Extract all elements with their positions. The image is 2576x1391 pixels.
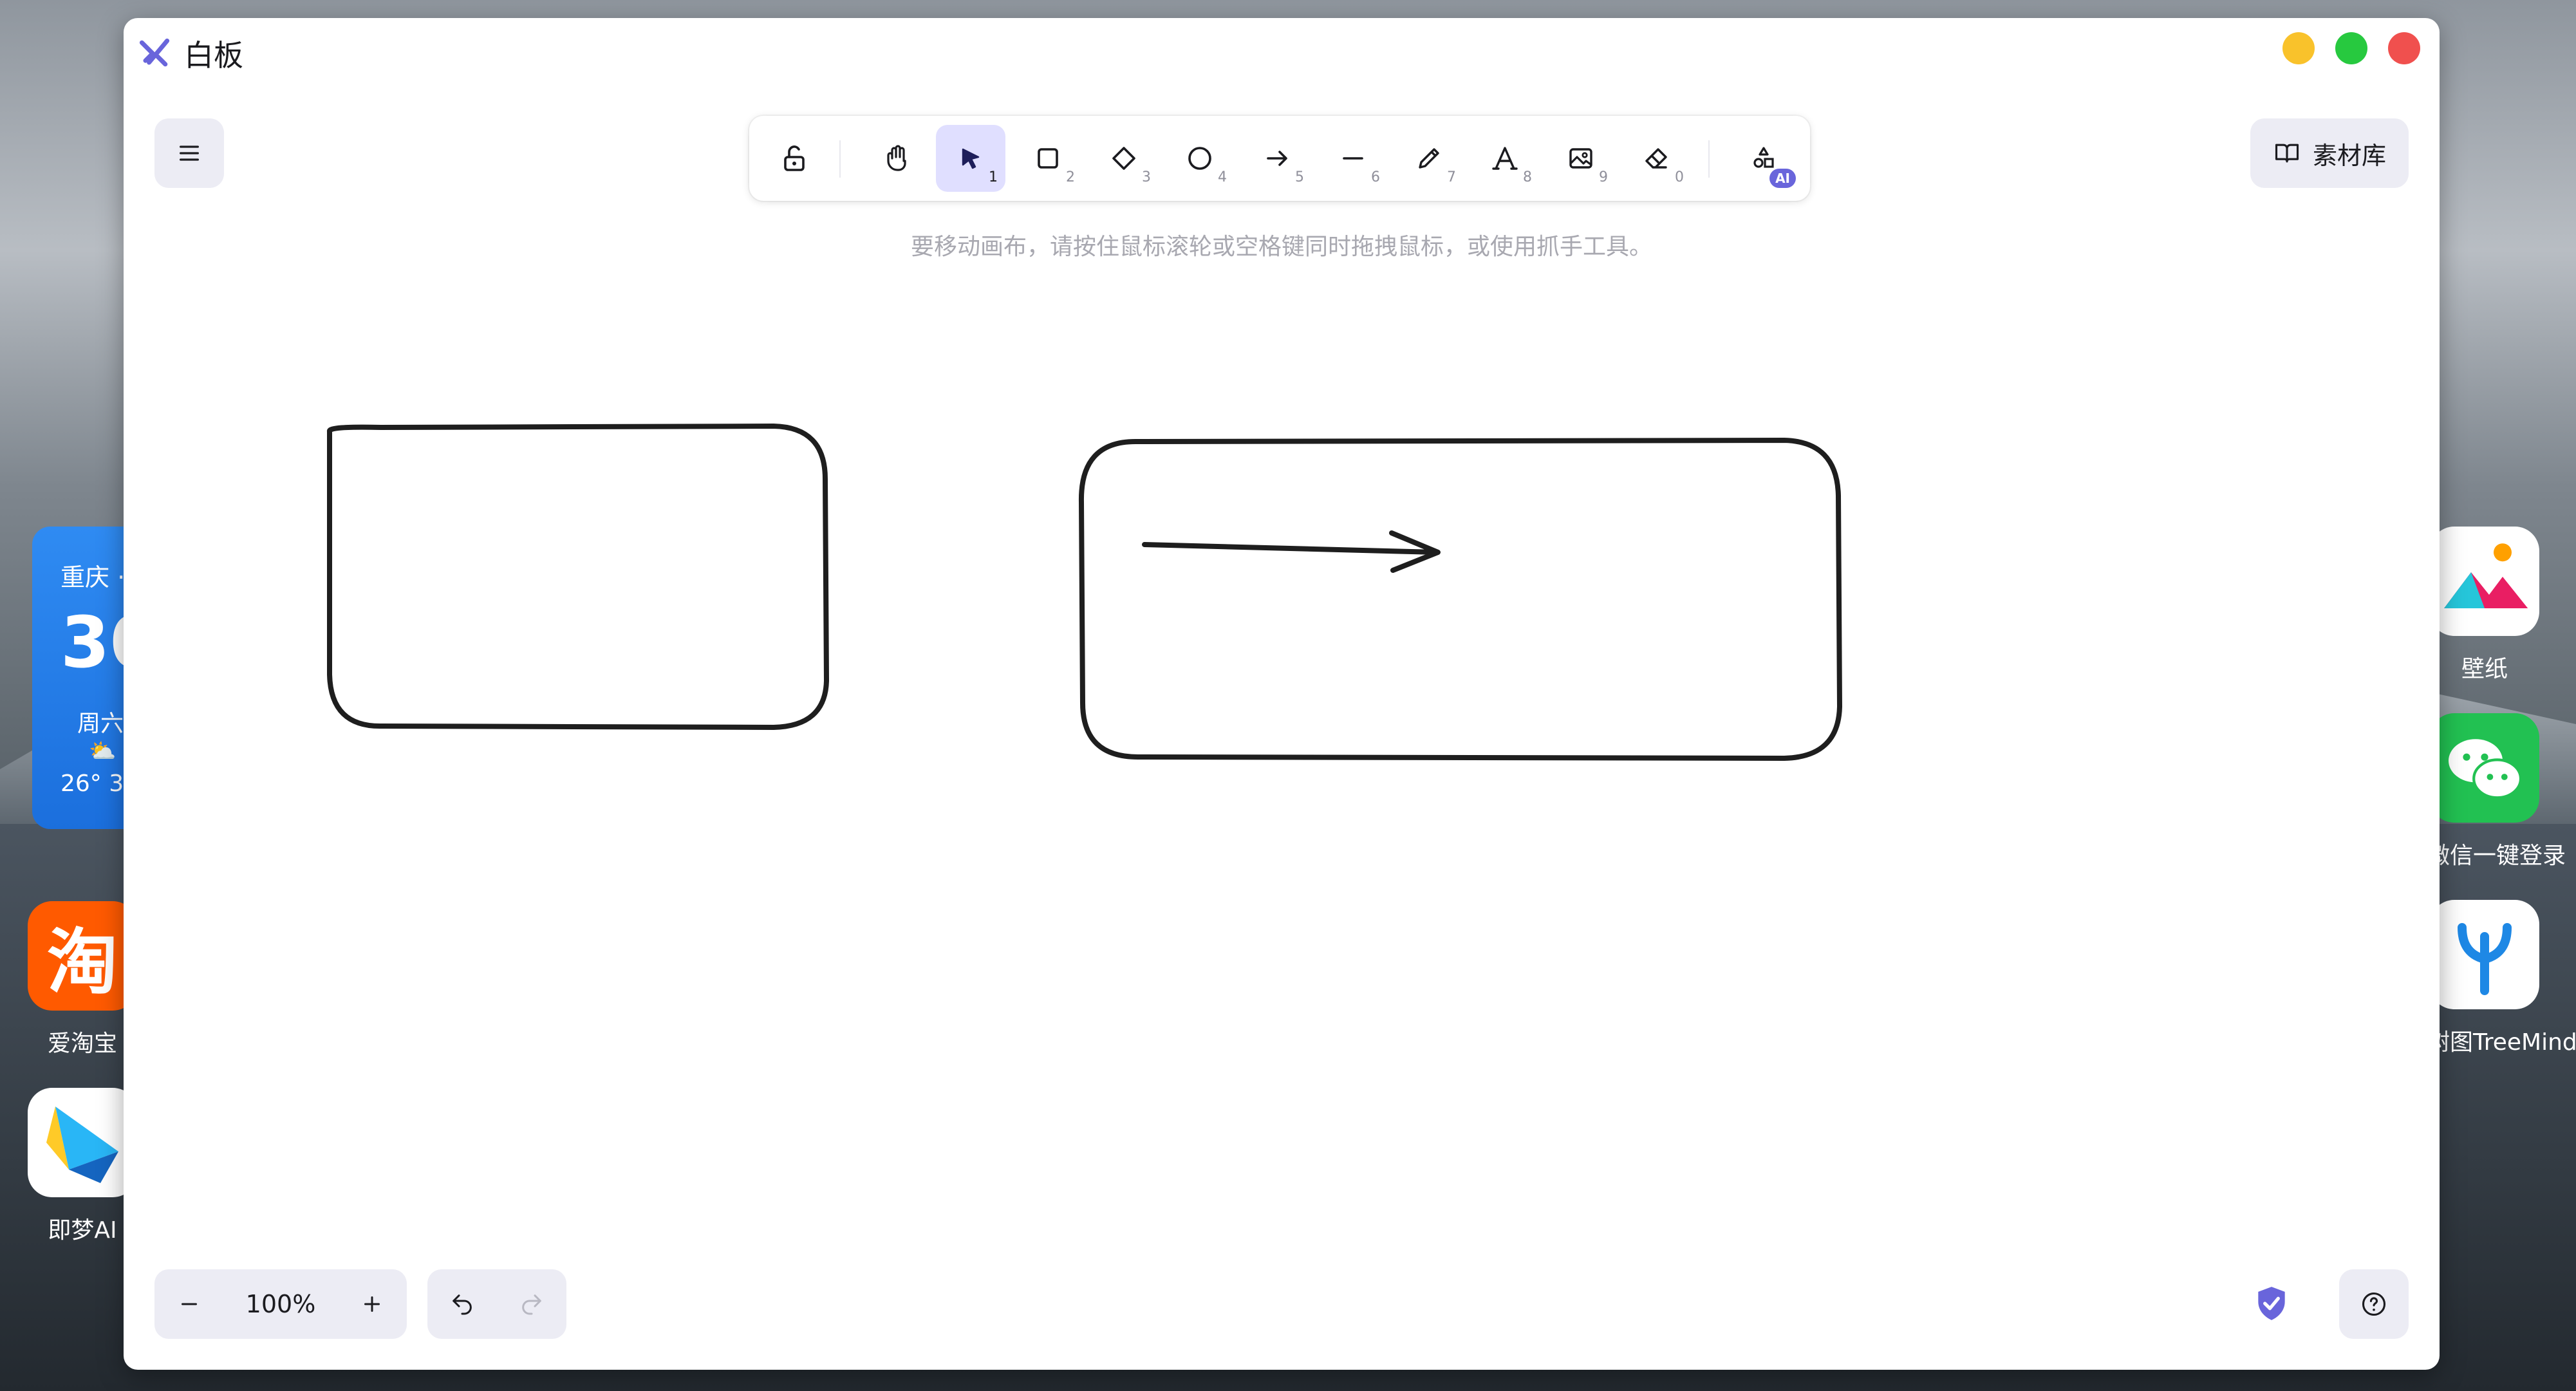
desktop-app-jimeng[interactable]: 即梦AI [24, 1088, 124, 1245]
tool-hand[interactable] [863, 125, 932, 192]
desktop-app-label: 爱淘宝 [47, 1031, 117, 1057]
canvas-hint: 要移动画布，请按住鼠标滚轮或空格键同时拖拽鼠标，或使用抓手工具。 [910, 234, 1652, 260]
tool-lock[interactable] [760, 125, 829, 192]
maximize-button[interactable] [2335, 32, 2367, 64]
tool-draw[interactable]: 7 [1394, 125, 1464, 192]
tool-line[interactable]: 6 [1318, 125, 1388, 192]
ai-badge: AI [1769, 169, 1796, 188]
canvas-rectangle-2[interactable] [1078, 438, 1842, 761]
window-controls [2282, 32, 2420, 64]
text-icon [1492, 147, 1518, 170]
wechat-icon [2440, 713, 2539, 823]
tool-shortcut: 4 [1218, 169, 1227, 185]
weather-widget[interactable]: 重庆 · 30 周六 ⛅ 26° 35 [32, 527, 124, 829]
weather-range: 26° 35 [61, 770, 124, 797]
partly-cloudy-icon: ⛅ [89, 738, 117, 764]
main-menu-button[interactable] [154, 118, 224, 188]
tool-rectangle[interactable]: 2 [1013, 125, 1083, 192]
desktop-app-label: 即梦AI [48, 1217, 117, 1244]
tool-shortcut: 2 [1066, 169, 1075, 185]
tool-arrow[interactable]: 5 [1242, 125, 1312, 192]
desktop-app-taobao[interactable]: 淘 爱淘宝 [24, 901, 124, 1058]
lock-open-icon [784, 145, 805, 171]
hand-icon [887, 145, 906, 171]
treemind-icon [2440, 900, 2539, 1009]
help-button[interactable] [2339, 1269, 2409, 1339]
window-title: 白板 [184, 38, 243, 73]
undo-icon [453, 1294, 472, 1315]
tool-shortcut: 1 [989, 169, 998, 185]
tool-more-shapes[interactable]: AI [1729, 125, 1798, 192]
history-controls [427, 1269, 566, 1339]
taobao-icon: 淘 [28, 901, 124, 1011]
tool-select[interactable]: 1 [936, 125, 1005, 192]
app-logo-icon [139, 38, 170, 67]
canvas-arrow[interactable] [1142, 530, 1441, 573]
tool-ellipse[interactable]: 4 [1165, 125, 1235, 192]
pencil-icon [1419, 148, 1439, 169]
jimeng-icon [28, 1088, 124, 1197]
library-button[interactable]: 素材库 [2250, 118, 2409, 188]
tool-text[interactable]: 8 [1470, 125, 1540, 192]
weather-city: 重庆 · [61, 563, 124, 592]
book-open-icon [2275, 144, 2299, 163]
tool-shortcut: 6 [1371, 169, 1380, 185]
zoom-out-button[interactable] [154, 1269, 224, 1339]
arrow-right-icon [1267, 151, 1287, 166]
tool-shortcut: 9 [1599, 169, 1608, 185]
diamond-icon [1112, 147, 1135, 170]
tool-shortcut: 3 [1142, 169, 1151, 185]
tool-eraser[interactable]: 0 [1622, 125, 1692, 192]
pointer-icon [962, 148, 980, 169]
encryption-shield-button[interactable] [2246, 1278, 2297, 1329]
drawing-canvas[interactable] [124, 18, 2440, 1370]
redo-button[interactable] [497, 1269, 566, 1339]
desktop-app-treemind[interactable]: 树图TreeMind [2440, 900, 2576, 1057]
weather-day: 周六 [77, 711, 124, 737]
toolbar-separator [1708, 140, 1710, 178]
desktop-app-label: 微信一键登录 [2440, 843, 2566, 869]
square-icon [1038, 148, 1058, 169]
minus-icon [182, 1303, 197, 1305]
redo-icon [522, 1294, 541, 1315]
hamburger-menu-icon [180, 145, 199, 161]
shape-toolbar: 1 2 3 4 5 6 7 8 9 0 AI [749, 116, 1810, 201]
desktop-app-wechat[interactable]: 微信一键登录 [2440, 713, 2566, 870]
whiteboard-window: 白板 1 2 3 4 5 6 7 8 9 0 AI 素材库 要移动画布，请按住鼠… [124, 18, 2440, 1370]
tool-image[interactable]: 9 [1546, 125, 1616, 192]
desktop-app-label: 树图TreeMind [2440, 1029, 2576, 1056]
wallpaper-icon [2440, 527, 2539, 636]
toolbar-separator [839, 140, 841, 178]
help-circle-icon [2362, 1292, 2386, 1316]
plus-icon [364, 1296, 380, 1312]
zoom-controls: 100% [154, 1269, 407, 1339]
tool-shortcut: 0 [1675, 169, 1684, 185]
tool-shortcut: 7 [1447, 169, 1456, 185]
undo-button[interactable] [427, 1269, 497, 1339]
circle-icon [1188, 147, 1211, 170]
desktop-app-wallpaper[interactable]: 壁纸 [2440, 527, 2543, 684]
tool-diamond[interactable]: 3 [1089, 125, 1159, 192]
image-icon [1569, 148, 1592, 169]
shield-check-icon [2258, 1287, 2285, 1320]
close-button[interactable] [2388, 32, 2420, 64]
minimize-button[interactable] [2282, 32, 2315, 64]
zoom-in-button[interactable] [337, 1269, 407, 1339]
desktop-right-area: 壁纸 微信一键登录 树图TreeMind [2440, 0, 2576, 1391]
canvas-rectangle-1[interactable] [327, 424, 829, 730]
desktop-left-area: 重庆 · 30 周六 ⛅ 26° 35 淘 爱淘宝 即梦AI [0, 0, 124, 1391]
eraser-icon [1645, 148, 1667, 169]
tool-shortcut: 5 [1295, 169, 1304, 185]
zoom-reset-button[interactable]: 100% [224, 1290, 337, 1318]
line-icon [1343, 157, 1363, 160]
desktop-app-label: 壁纸 [2461, 656, 2508, 682]
tool-shortcut: 8 [1523, 169, 1532, 185]
weather-temp: 30 [61, 601, 124, 684]
library-label: 素材库 [2312, 141, 2386, 170]
titlebar: 白板 [124, 18, 2440, 89]
